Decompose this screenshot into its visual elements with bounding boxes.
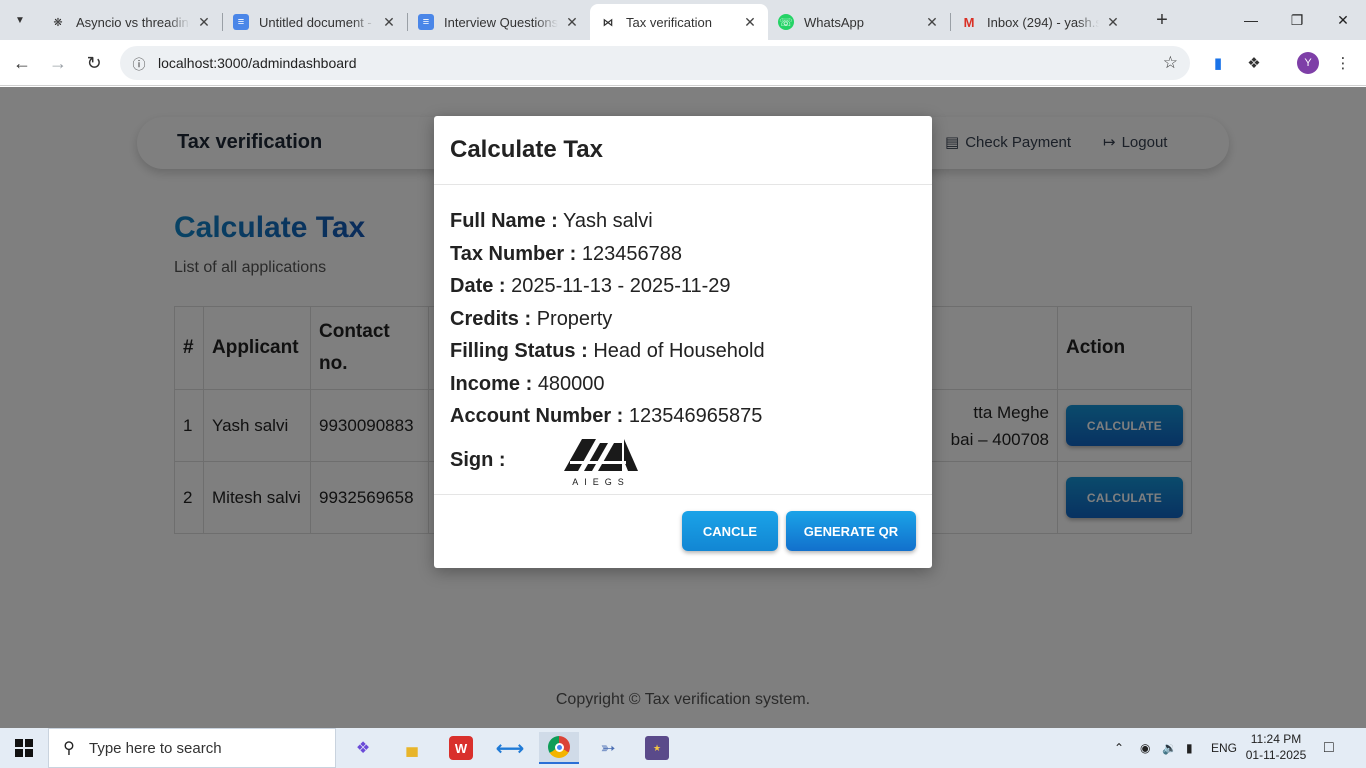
detail-value: Property (536, 307, 613, 330)
detail-account-number: Account Number : 123546965875 (450, 400, 916, 433)
taskbar-search-placeholder: Type here to search (89, 739, 222, 757)
profile-avatar[interactable]: Y (1297, 52, 1319, 74)
game-app-icon[interactable]: ★ (637, 732, 677, 764)
detail-date: Date : 2025-11-13 - 2025-11-29 (450, 270, 916, 303)
file-explorer-icon[interactable]: ▄ (392, 732, 432, 764)
close-tab-icon[interactable]: ✕ (742, 14, 758, 31)
search-icon: ⚲ (63, 740, 75, 757)
detail-value: Yash salvi (563, 210, 653, 232)
modal-header: Calculate Tax (434, 116, 932, 185)
modal-body: Full Name : Yash salvi Tax Number : 1234… (434, 185, 932, 495)
kebab-menu-icon[interactable]: ⋮ (1332, 52, 1354, 74)
tab-asyncio[interactable]: ❋ Asyncio vs threading ✕ (40, 4, 222, 40)
clock-date: 01-11-2025 (1245, 748, 1307, 762)
detail-income: Income : 480000 (450, 368, 916, 401)
tab-untitled-document[interactable]: ≡ Untitled document - Goo ✕ (223, 4, 407, 40)
browser-tab-bar: ▼ ❋ Asyncio vs threading ✕ ≡ Untitled do… (0, 0, 1366, 40)
forward-arrow-icon[interactable]: → (45, 50, 71, 76)
tab-tax-verification[interactable]: ⋈ Tax verification ✕ (590, 4, 768, 40)
language-indicator[interactable]: ENG (1211, 728, 1237, 768)
tab-strip: ❋ Asyncio vs threading ✕ ≡ Untitled docu… (40, 4, 1131, 40)
docs-icon: ≡ (418, 14, 434, 30)
back-arrow-icon[interactable]: ← (9, 50, 35, 76)
clock-time: 11:24 PM (1250, 732, 1302, 746)
detail-label: Income : (450, 372, 533, 395)
new-tab-plus-icon[interactable]: + (1150, 8, 1174, 32)
extension-icon[interactable]: ▮ (1207, 52, 1229, 74)
signature-logo-text: AIEGS (572, 477, 630, 487)
taskbar-clock[interactable]: 11:24 PM 01-11-2025 (1236, 731, 1316, 763)
cancel-button[interactable]: CANCLE (682, 511, 778, 551)
window-close-icon[interactable]: ✕ (1320, 0, 1366, 40)
close-tab-icon[interactable]: ✕ (564, 14, 580, 31)
tab-whatsapp[interactable]: ☏ WhatsApp ✕ (768, 4, 950, 40)
detail-value: 2025-11-13 - 2025-11-29 (511, 275, 731, 297)
generate-qr-button[interactable]: GENERATE QR (786, 511, 916, 551)
sign-label: Sign : (450, 449, 506, 472)
close-tab-icon[interactable]: ✕ (924, 14, 940, 31)
tab-title: Tax verification (626, 14, 712, 30)
wps-office-icon[interactable]: W (441, 732, 481, 764)
copilot-icon[interactable]: ❖ (343, 732, 383, 764)
detail-sign: Sign : AIEGS (450, 435, 916, 487)
tab-gmail-inbox[interactable]: M Inbox (294) - yash.salvi ✕ (951, 4, 1131, 40)
tab-title: Interview Questions - Goo (444, 14, 558, 30)
bookmark-star-icon[interactable]: ☆ (1163, 53, 1178, 73)
restore-icon[interactable]: ❐ (1274, 0, 1320, 40)
tab-interview-questions[interactable]: ≡ Interview Questions - Goo ✕ (408, 4, 590, 40)
chrome-icon[interactable] (539, 732, 579, 764)
openai-icon: ❋ (53, 16, 63, 29)
close-tab-icon[interactable]: ✕ (196, 14, 212, 31)
vscode-icon[interactable]: ⟷ (490, 732, 530, 764)
detail-value: 123456788 (581, 242, 682, 265)
address-toolbar: ← → ↻ ⓘ localhost:3000/admindashboard ☆ … (0, 40, 1366, 86)
whatsapp-icon: ☏ (778, 14, 794, 30)
modal-footer: CANCLE GENERATE QR (434, 495, 932, 567)
tab-title: Asyncio vs threading (76, 14, 190, 30)
detail-full-name: Full Name : Yash salvi (450, 205, 916, 238)
detail-tax-number: Tax Number : 123456788 (450, 238, 916, 271)
detail-filling-status: Filling Status : Head of Household (450, 335, 916, 368)
notification-icon[interactable]: □ (1324, 728, 1334, 768)
signature-logo-image: AIEGS (563, 438, 638, 487)
bowtie-icon: ⋈ (602, 16, 614, 29)
detail-label: Credits : (450, 307, 532, 330)
close-tab-icon[interactable]: ✕ (1105, 14, 1121, 31)
tab-title: Inbox (294) - yash.salvi (987, 14, 1099, 30)
url-text[interactable]: localhost:3000/admindashboard (158, 55, 356, 71)
detail-label: Filling Status : (450, 340, 588, 362)
tab-title: Untitled document - Goo (259, 14, 375, 30)
network-icon[interactable]: ◉ (1140, 728, 1150, 768)
detail-value: 123546965875 (628, 405, 763, 427)
site-info-icon[interactable]: ⓘ (124, 54, 154, 73)
detail-credits: Credits : Property (450, 303, 916, 336)
extensions-puzzle-icon[interactable]: ❖ (1243, 52, 1265, 74)
detail-value: Head of Household (593, 340, 765, 362)
gmail-icon: M (963, 14, 975, 30)
volume-icon[interactable]: 🔉 (1162, 728, 1177, 768)
detail-label: Full Name : (450, 210, 558, 232)
windows-taskbar: ⚲ Type here to search ❖ ▄ W ⟷ ➳ ★ ⌃ ◉ 🔉 … (0, 728, 1366, 768)
calculate-tax-modal: Calculate Tax Full Name : Yash salvi Tax… (434, 116, 932, 568)
taskbar-search[interactable]: ⚲ Type here to search (48, 728, 336, 768)
tab-title: WhatsApp (804, 14, 864, 30)
detail-label: Tax Number : (450, 242, 577, 265)
tab-search-chevron-icon[interactable]: ▼ (8, 8, 32, 32)
minimize-icon[interactable]: — (1228, 0, 1274, 40)
battery-icon[interactable]: ▮ (1186, 728, 1193, 768)
modal-title: Calculate Tax (450, 136, 603, 163)
close-tab-icon[interactable]: ✕ (381, 14, 397, 31)
docs-icon: ≡ (233, 14, 249, 30)
detail-label: Date : (450, 275, 506, 297)
dolphin-app-icon[interactable]: ➳ (588, 732, 628, 764)
detail-value: 480000 (537, 372, 605, 395)
tray-chevron-up-icon[interactable]: ⌃ (1114, 728, 1124, 768)
detail-label: Account Number : (450, 405, 624, 427)
reload-icon[interactable]: ↻ (81, 50, 107, 76)
url-omnibox[interactable]: ⓘ localhost:3000/admindashboard ☆ (120, 46, 1190, 80)
windows-start-icon[interactable] (0, 728, 48, 768)
